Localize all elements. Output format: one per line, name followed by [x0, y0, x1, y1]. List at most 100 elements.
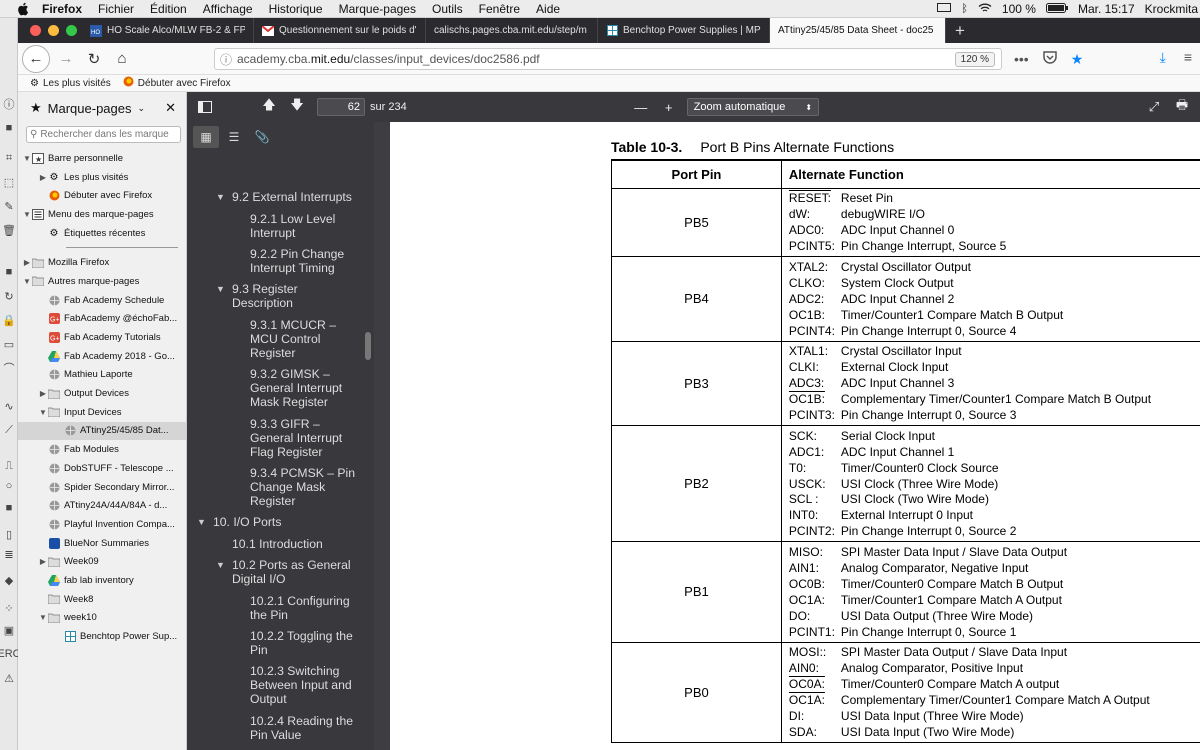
- square-icon[interactable]: ■: [3, 502, 15, 514]
- bookmark-item[interactable]: Débuter avec Firefox: [18, 186, 186, 205]
- twisty-open-icon[interactable]: ▼: [38, 613, 48, 622]
- new-tab-button[interactable]: +: [946, 18, 974, 43]
- outline-item[interactable]: ▼ 9.2 External Interrupts: [216, 190, 352, 204]
- user-name[interactable]: Krockmita: [1145, 2, 1198, 16]
- menu-tools[interactable]: Outils: [424, 2, 471, 16]
- next-page-icon[interactable]: 🡇: [283, 92, 311, 122]
- apple-icon[interactable]: [14, 2, 32, 16]
- print-icon[interactable]: 🖶: [1168, 92, 1196, 122]
- pocket-icon[interactable]: [1042, 51, 1057, 67]
- page-actions-menu-icon[interactable]: •••: [1014, 51, 1029, 67]
- thumbnails-view-icon[interactable]: ▦: [193, 126, 219, 148]
- previous-page-icon[interactable]: 🡅: [255, 92, 283, 122]
- twisty-closed-icon[interactable]: ▶: [38, 389, 48, 398]
- bookmark-item[interactable]: fab lab inventory: [18, 571, 186, 590]
- zoom-in-icon[interactable]: +: [655, 92, 683, 122]
- downloads-icon[interactable]: ⤓: [1160, 49, 1166, 66]
- bookmark-item[interactable]: ▼ Menu des marque-pages: [18, 205, 186, 224]
- outline-item[interactable]: 10.2.4 Reading the Pin Value: [250, 714, 353, 742]
- bookmark-item[interactable]: Week8: [18, 590, 186, 609]
- outline-expand-icon[interactable]: ▼: [216, 558, 225, 572]
- green-box-icon[interactable]: ▣: [3, 624, 15, 637]
- menu-view[interactable]: Affichage: [195, 2, 261, 16]
- bookmark-item[interactable]: ▼ Autres marque-pages: [18, 272, 186, 291]
- outline-item[interactable]: ▼ 10. I/O Ports: [197, 515, 281, 529]
- screen-share-icon[interactable]: [937, 2, 952, 16]
- zoom-window-button[interactable]: [66, 25, 77, 36]
- tab-calischs[interactable]: calischs.pages.cba.mit.edu/step/m: [426, 18, 598, 43]
- bookmark-item[interactable]: Benchtop Power Sup...: [18, 627, 186, 646]
- wave-icon[interactable]: ∿: [3, 400, 15, 413]
- outline-expand-icon[interactable]: ▼: [216, 190, 225, 204]
- close-icon[interactable]: ✕: [165, 100, 176, 116]
- select-icon[interactable]: ⬚: [3, 176, 15, 189]
- bookmark-item[interactable]: ▼ week10: [18, 609, 186, 628]
- menu-help[interactable]: Aide: [528, 2, 568, 16]
- close-window-button[interactable]: [30, 25, 41, 36]
- lock-icon[interactable]: 🔒: [2, 314, 16, 327]
- bookmark-item[interactable]: ▼ ★ Barre personnelle: [18, 149, 186, 168]
- outline-item[interactable]: 10.2.2 Toggling the Pin: [250, 629, 353, 657]
- bookmark-item[interactable]: ⚙ Étiquettes récentes: [18, 224, 186, 243]
- tab-ho-scale[interactable]: HO HO Scale Alco/MLW FB-2 & FPB: [82, 18, 254, 43]
- page-info-icon[interactable]: ⓘ: [215, 51, 237, 68]
- step-icon[interactable]: ⎍: [3, 460, 15, 472]
- outline-item[interactable]: 10.2.3 Switching Between Input and Outpu…: [250, 664, 352, 706]
- menu-history[interactable]: Historique: [261, 2, 331, 16]
- twisty-closed-icon[interactable]: ▶: [22, 258, 32, 267]
- url-bar[interactable]: ⓘ academy.cba. mit.edu/classes/input_devi…: [214, 48, 1002, 70]
- minimize-window-button[interactable]: [48, 25, 59, 36]
- bookmark-item[interactable]: ATtiny24A/44A/84A - d...: [18, 496, 186, 515]
- zoom-out-icon[interactable]: —: [627, 92, 655, 122]
- database-icon[interactable]: ≣: [3, 548, 15, 561]
- trash-icon[interactable]: 🗑: [2, 224, 16, 237]
- menu-window[interactable]: Fenêtre: [471, 2, 528, 16]
- outline-item[interactable]: 9.3.2 GIMSK – General Interrupt Mask Reg…: [250, 367, 342, 409]
- bookmark-item[interactable]: Fab Academy 2018 - Go...: [18, 347, 186, 366]
- reload-button[interactable]: ↻: [80, 45, 108, 73]
- sidebar-header[interactable]: ★ Marque-pages ⌄ ✕: [18, 92, 186, 124]
- bookmark-getting-started[interactable]: Débuter avec Firefox: [111, 76, 231, 90]
- outline-scrollbar[interactable]: [363, 152, 373, 750]
- erc-icon[interactable]: ERC: [0, 648, 21, 660]
- bookmark-item[interactable]: DobSTUFF - Telescope ...: [18, 459, 186, 478]
- outline-item[interactable]: 9.3.3 GIFR – General Interrupt Flag Regi…: [250, 417, 342, 459]
- tab-attiny-datasheet[interactable]: ATtiny25/45/85 Data Sheet - doc25: [770, 18, 946, 43]
- wifi-icon[interactable]: [978, 2, 992, 16]
- forward-button[interactable]: →: [52, 45, 80, 73]
- cylinder-icon[interactable]: ▯: [3, 528, 15, 541]
- home-button[interactable]: ⌂: [108, 45, 136, 73]
- app-icon[interactable]: ■: [3, 122, 15, 134]
- bookmark-star-icon[interactable]: ★: [1071, 51, 1084, 68]
- bookmark-item[interactable]: ATtiny25/45/85 Dat...: [18, 421, 186, 441]
- outline-expand-icon[interactable]: ▼: [197, 515, 206, 529]
- tab-questionnement[interactable]: Questionnement sur le poids d'u: [254, 18, 426, 43]
- attachments-view-icon[interactable]: 📎: [249, 126, 275, 148]
- twisty-open-icon[interactable]: ▼: [22, 154, 32, 163]
- nodes-icon[interactable]: ⁘: [3, 602, 15, 615]
- twisty-open-icon[interactable]: ▼: [22, 277, 32, 286]
- bookmark-most-visited[interactable]: ⚙ Les plus visités: [18, 78, 111, 89]
- bookmark-search-input[interactable]: ⚲ Rechercher dans les marque: [26, 126, 181, 143]
- zoom-level-badge[interactable]: 120 %: [954, 52, 995, 67]
- outline-item[interactable]: 10.2.1 Configuring the Pin: [250, 594, 350, 622]
- info-icon[interactable]: ⓘ: [3, 98, 15, 111]
- outline-item[interactable]: 9.3.1 MCUCR – MCU Control Register: [250, 318, 336, 360]
- twisty-closed-icon[interactable]: ▶: [38, 557, 48, 566]
- zoom-select[interactable]: Zoom automatique ⬍: [686, 98, 820, 116]
- bluetooth-icon[interactable]: ᛒ: [961, 3, 968, 15]
- bookmark-item[interactable]: Spider Secondary Mirror...: [18, 478, 186, 497]
- outline-item[interactable]: ▼ 10.2 Ports as General Digital I/O: [216, 558, 351, 586]
- twisty-closed-icon[interactable]: ▶: [38, 173, 48, 182]
- bookmark-item[interactable]: Mathieu Laporte: [18, 366, 186, 385]
- sync-icon[interactable]: ↻: [3, 290, 15, 303]
- line-icon[interactable]: ⟋: [3, 424, 15, 436]
- bookmark-item[interactable]: BlueNor Summaries: [18, 534, 186, 553]
- clock[interactable]: Mar. 15:17: [1078, 2, 1135, 16]
- outline-view-icon[interactable]: ☰: [221, 126, 247, 148]
- outline-item[interactable]: 10.1 Introduction: [232, 537, 323, 551]
- warning-icon[interactable]: ⚠: [3, 672, 15, 685]
- outline-item[interactable]: 9.3.4 PCMSK – Pin Change Mask Register: [250, 466, 355, 508]
- pdf-viewer[interactable]: Table 10-3. Port B Pins Alternate Functio…: [374, 122, 1200, 750]
- bookmark-item[interactable]: Fab Modules: [18, 440, 186, 459]
